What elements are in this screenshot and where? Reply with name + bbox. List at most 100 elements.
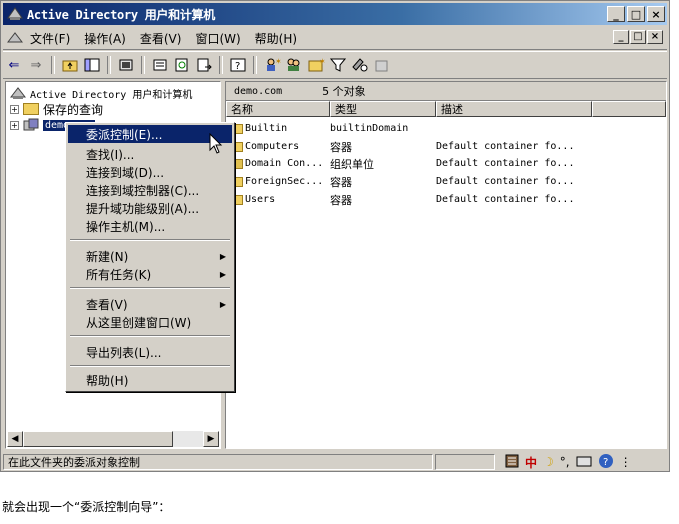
menu-item-export-list[interactable]: 导出列表(L)... — [68, 343, 232, 361]
menu-item-help[interactable]: 帮助(H) — [68, 371, 232, 389]
forward-arrow-icon[interactable]: ⇒ — [25, 55, 47, 75]
status-bar: 在此文件夹的委派对象控制 中 ☽ °, ? ⋮ — [3, 453, 667, 471]
menu-item-find[interactable]: 查找(I)... — [68, 145, 232, 163]
submenu-arrow-icon: ▶ — [219, 251, 226, 261]
menu-item-label: 新建(N) — [86, 249, 129, 264]
svg-text:✶: ✶ — [275, 57, 281, 66]
tree-item-saved-queries[interactable]: + 保存的查询 — [10, 101, 103, 117]
menu-separator — [70, 335, 230, 337]
tree-root[interactable]: Active Directory 用户和计算机 — [10, 85, 192, 101]
mmc-window: Active Directory 用户和计算机 _ □ × 文件(F) 操作(A… — [0, 0, 670, 472]
list-item-type: builtinDomain — [330, 123, 409, 134]
menu-window[interactable]: 窗口(W) — [188, 30, 247, 47]
menu-item-raise-level[interactable]: 提升域功能级别(A)... — [68, 199, 232, 217]
menu-item-label: 所有任务(K) — [86, 267, 152, 282]
column-type[interactable]: 类型 — [330, 101, 436, 117]
delete-icon[interactable] — [115, 55, 137, 75]
list-item[interactable]: ForeignSec... 容器 Default container fo... — [226, 173, 636, 190]
window-title: Active Directory 用户和计算机 — [27, 7, 215, 22]
expand-icon[interactable]: + — [10, 120, 19, 130]
maximize-button[interactable]: □ — [627, 6, 645, 22]
menu-file[interactable]: 文件(F) — [23, 30, 77, 47]
new-ou-icon[interactable]: ✶ — [305, 55, 327, 75]
menu-view[interactable]: 查看(V) — [133, 30, 189, 47]
new-group-icon[interactable] — [283, 55, 305, 75]
properties-icon[interactable] — [149, 55, 171, 75]
menu-item-operations-masters[interactable]: 操作主机(M)... — [68, 217, 232, 235]
menu-separator — [70, 239, 230, 241]
folder-icon — [23, 103, 39, 115]
scroll-thumb[interactable] — [23, 431, 173, 447]
list-item-name: ForeignSec... — [245, 176, 324, 187]
list-item[interactable]: Domain Con... 组织单位 Default container fo.… — [226, 155, 636, 172]
mouse-cursor-icon — [209, 133, 223, 154]
soft-keyboard-icon[interactable] — [576, 454, 592, 471]
punctuation-icon[interactable]: °, — [560, 455, 570, 469]
list-item-type: 组织单位 — [330, 157, 374, 171]
context-menu: 委派控制(E)... 查找(I)... 连接到域(D)... 连接到域控制器(C… — [65, 122, 235, 392]
help-icon[interactable]: ? — [227, 55, 249, 75]
ime-bar: 中 ☽ °, ? ⋮ — [505, 453, 632, 472]
tree-item-label: 保存的查询 — [43, 102, 104, 117]
ime-menu-icon[interactable]: ⋮ — [620, 455, 632, 469]
svg-text:?: ? — [235, 61, 240, 72]
export-icon[interactable] — [193, 55, 215, 75]
list-item-description: Default container fo... — [436, 194, 575, 205]
list-item-name: Domain Con... — [245, 158, 324, 169]
back-arrow-icon[interactable]: ⇐ — [3, 55, 25, 75]
expand-icon[interactable]: + — [10, 104, 19, 114]
menu-help[interactable]: 帮助(H) — [248, 30, 304, 47]
ime-logo-icon[interactable] — [505, 454, 519, 471]
help-icon[interactable]: ? — [598, 453, 614, 472]
ime-mode[interactable]: 中 — [525, 454, 537, 471]
close-button[interactable]: × — [647, 6, 665, 22]
menu-item-label: 查看(V) — [86, 297, 128, 312]
scroll-right-icon[interactable]: ▶ — [203, 431, 219, 447]
list-item-description: Default container fo... — [436, 158, 575, 169]
list-item[interactable]: Computers 容器 Default container fo... — [226, 138, 636, 155]
column-name[interactable]: 名称 — [226, 101, 330, 117]
add-to-group-icon[interactable] — [371, 55, 393, 75]
details-pane[interactable]: demo.com 5 个对象 名称 类型 描述 Builtin builtinD… — [225, 81, 667, 449]
scroll-left-icon[interactable]: ◀ — [7, 431, 23, 447]
refresh-icon[interactable] — [171, 55, 193, 75]
half-width-moon-icon[interactable]: ☽ — [543, 455, 554, 469]
filter-icon[interactable] — [327, 55, 349, 75]
new-user-icon[interactable]: ✶ — [261, 55, 283, 75]
menu-item-new[interactable]: 新建(N) ▶ — [68, 247, 232, 265]
status-text: 在此文件夹的委派对象控制 — [3, 454, 433, 470]
menu-action[interactable]: 操作(A) — [77, 30, 133, 47]
list-item[interactable]: Builtin builtinDomain — [226, 120, 636, 137]
menu-item-connect-domain[interactable]: 连接到域(D)... — [68, 163, 232, 181]
column-headers: 名称 类型 描述 — [226, 101, 666, 117]
list-item-type: 容器 — [330, 140, 352, 154]
list-item-description: Default container fo... — [436, 141, 575, 152]
menu-item-all-tasks[interactable]: 所有任务(K) ▶ — [68, 265, 232, 283]
child-minimize-button[interactable]: _ — [613, 30, 629, 44]
list-item-name: Builtin — [245, 123, 288, 134]
column-description[interactable]: 描述 — [436, 101, 592, 117]
child-restore-button[interactable]: □ — [630, 30, 646, 44]
find-icon[interactable] — [349, 55, 371, 75]
domain-icon — [23, 118, 39, 131]
svg-text:✶: ✶ — [319, 57, 325, 66]
list-item-type: 容器 — [330, 193, 352, 207]
column-filler — [592, 101, 666, 117]
menu-separator — [70, 365, 230, 367]
up-folder-icon[interactable] — [59, 55, 81, 75]
list-item[interactable]: Users 容器 Default container fo... — [226, 191, 636, 208]
show-hide-tree-icon[interactable] — [81, 55, 103, 75]
menu-item-connect-dc[interactable]: 连接到域控制器(C)... — [68, 181, 232, 199]
list-item-name: Computers — [245, 141, 300, 152]
submenu-arrow-icon: ▶ — [219, 299, 226, 309]
svg-text:?: ? — [603, 457, 608, 468]
menu-item-new-window[interactable]: 从这里创建窗口(W) — [68, 313, 232, 331]
object-count: 5 个对象 — [322, 85, 366, 98]
horizontal-scrollbar[interactable]: ◀ ▶ — [7, 431, 219, 447]
menu-item-view[interactable]: 查看(V) ▶ — [68, 295, 232, 313]
child-close-button[interactable]: × — [647, 30, 663, 44]
minimize-button[interactable]: _ — [607, 6, 625, 22]
status-cell — [435, 454, 495, 470]
console-icon[interactable] — [7, 31, 23, 45]
menu-item-delegate-control[interactable]: 委派控制(E)... — [68, 125, 232, 143]
